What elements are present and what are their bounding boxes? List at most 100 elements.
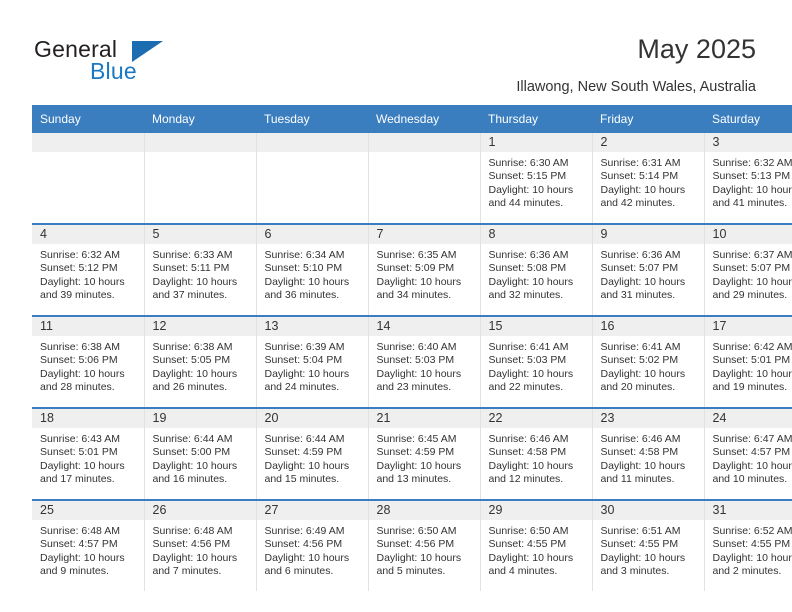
day-sun-info: Sunrise: 6:36 AM Sunset: 5:07 PM Daylight:… (593, 244, 704, 303)
calendar-body: 1 Sunrise: 6:30 AM Sunset: 5:15 PM Daylight… (32, 133, 792, 591)
daylight-text-line1: Daylight: 10 hours (40, 459, 125, 472)
day-cell-inner: 20 Sunrise: 6:44 AM Sunset: 4:59 PM Dayligh… (256, 409, 368, 499)
daylight-text-line2: and 20 minutes. (600, 381, 676, 394)
calendar-day-cell[interactable]: 8 Sunrise: 6:36 AM Sunset: 5:08 PM Daylight… (480, 223, 593, 316)
sunset-text: Sunset: 4:59 PM (376, 446, 455, 459)
daylight-text-line2: and 9 minutes. (40, 565, 109, 578)
daylight-text-line2: and 11 minutes. (600, 473, 675, 486)
calendar-day-cell[interactable]: 13 Sunrise: 6:39 AM Sunset: 5:04 PM Dayligh… (256, 315, 369, 408)
day-cell-inner: 9 Sunrise: 6:36 AM Sunset: 5:07 PM Daylight… (592, 225, 704, 315)
calendar-day-cell[interactable]: 5 Sunrise: 6:33 AM Sunset: 5:11 PM Daylight… (144, 223, 257, 316)
daylight-text-line1: Daylight: 10 hours (376, 275, 462, 288)
sunrise-text: Sunrise: 6:50 AM (488, 525, 569, 537)
brand-logo[interactable]: General Blue (34, 36, 264, 92)
sunset-text: Sunset: 5:04 PM (264, 354, 343, 367)
day-sun-info: Sunrise: 6:38 AM Sunset: 5:06 PM Daylight:… (32, 336, 144, 395)
day-number: 22 (488, 411, 503, 425)
day-sun-info: Sunrise: 6:31 AM Sunset: 5:14 PM Daylight:… (593, 152, 704, 211)
calendar-day-cell[interactable]: 30 Sunrise: 6:51 AM Sunset: 4:55 PM Dayligh… (592, 499, 705, 591)
calendar-day-cell[interactable]: 22 Sunrise: 6:46 AM Sunset: 4:58 PM Dayligh… (480, 407, 593, 500)
sunrise-text: Sunrise: 6:49 AM (264, 525, 345, 537)
calendar-day-cell[interactable]: 21 Sunrise: 6:45 AM Sunset: 4:59 PM Dayligh… (368, 407, 481, 500)
day-cell-inner (32, 133, 144, 223)
calendar-day-cell[interactable]: 27 Sunrise: 6:49 AM Sunset: 4:56 PM Dayligh… (256, 499, 369, 591)
daylight-text-line1: Daylight: 10 hours (488, 275, 574, 288)
daylight-text-line2: and 31 minutes. (600, 289, 676, 302)
calendar-day-cell[interactable]: 15 Sunrise: 6:41 AM Sunset: 5:03 PM Dayligh… (480, 315, 593, 408)
day-cell-inner: 12 Sunrise: 6:38 AM Sunset: 5:05 PM Dayligh… (144, 317, 256, 407)
day-cell-inner: 5 Sunrise: 6:33 AM Sunset: 5:11 PM Daylight… (144, 225, 256, 315)
sunset-text: Sunset: 5:01 PM (712, 354, 791, 367)
day-cell-inner: 19 Sunrise: 6:44 AM Sunset: 5:00 PM Dayligh… (144, 409, 256, 499)
sunset-text: Sunset: 5:03 PM (376, 354, 455, 367)
sunset-text: Sunset: 5:10 PM (264, 262, 343, 275)
calendar-day-cell[interactable]: 25 Sunrise: 6:48 AM Sunset: 4:57 PM Dayligh… (32, 499, 145, 591)
calendar-day-cell[interactable]: 10 Sunrise: 6:37 AM Sunset: 5:07 PM Dayligh… (704, 223, 792, 316)
day-sun-info: Sunrise: 6:33 AM Sunset: 5:11 PM Daylight:… (145, 244, 256, 303)
calendar-day-cell-empty (144, 133, 257, 224)
day-sun-info: Sunrise: 6:41 AM Sunset: 5:02 PM Daylight:… (593, 336, 704, 395)
calendar-day-cell[interactable]: 14 Sunrise: 6:40 AM Sunset: 5:03 PM Dayligh… (368, 315, 481, 408)
day-sun-info (32, 152, 144, 157)
daylight-text-line2: and 17 minutes. (40, 473, 115, 486)
day-number: 17 (712, 319, 727, 333)
calendar-day-cell[interactable]: 20 Sunrise: 6:44 AM Sunset: 4:59 PM Dayligh… (256, 407, 369, 500)
sunset-text: Sunset: 5:11 PM (152, 262, 230, 275)
calendar-day-cell[interactable]: 9 Sunrise: 6:36 AM Sunset: 5:07 PM Daylight… (592, 223, 705, 316)
day-number: 11 (40, 319, 53, 333)
calendar-day-cell[interactable]: 23 Sunrise: 6:46 AM Sunset: 4:58 PM Dayligh… (592, 407, 705, 500)
day-number: 20 (264, 411, 279, 425)
day-cell-inner: 23 Sunrise: 6:46 AM Sunset: 4:58 PM Dayligh… (592, 409, 704, 499)
day-number: 8 (488, 227, 496, 241)
day-cell-inner (368, 133, 480, 223)
sunset-text: Sunset: 4:57 PM (40, 538, 118, 551)
sunset-text: Sunset: 5:08 PM (488, 262, 567, 275)
day-number-band: 13 (256, 317, 368, 336)
calendar-day-cell[interactable]: 11 Sunrise: 6:38 AM Sunset: 5:06 PM Dayligh… (32, 315, 145, 408)
daylight-text-line2: and 28 minutes. (40, 381, 115, 394)
day-number: 4 (40, 227, 47, 241)
daylight-text-line2: and 7 minutes. (152, 565, 222, 578)
calendar-day-cell[interactable]: 31 Sunrise: 6:52 AM Sunset: 4:55 PM Dayligh… (704, 499, 792, 591)
sunrise-text: Sunrise: 6:32 AM (40, 249, 120, 261)
calendar-day-cell[interactable]: 28 Sunrise: 6:50 AM Sunset: 4:56 PM Dayligh… (368, 499, 481, 591)
day-number-band: 11 (32, 317, 144, 336)
sunset-text: Sunset: 4:57 PM (712, 446, 791, 459)
daylight-text-line2: and 19 minutes. (712, 381, 788, 394)
daylight-text-line2: and 39 minutes. (40, 289, 115, 302)
sunrise-text: Sunrise: 6:38 AM (152, 341, 233, 353)
day-number-band: 3 (704, 133, 792, 152)
daylight-text-line2: and 3 minutes. (600, 565, 670, 578)
weekday-header-wednesday: Wednesday (368, 105, 480, 133)
sunrise-text: Sunrise: 6:31 AM (600, 157, 681, 169)
daylight-text-line1: Daylight: 10 hours (488, 551, 574, 564)
calendar-day-cell[interactable]: 26 Sunrise: 6:48 AM Sunset: 4:56 PM Dayligh… (144, 499, 257, 591)
calendar-day-cell[interactable]: 29 Sunrise: 6:50 AM Sunset: 4:55 PM Dayligh… (480, 499, 593, 591)
calendar-day-cell[interactable]: 19 Sunrise: 6:44 AM Sunset: 5:00 PM Dayligh… (144, 407, 257, 500)
calendar-week-row: 25 Sunrise: 6:48 AM Sunset: 4:57 PM Dayligh… (32, 499, 792, 591)
calendar-day-cell[interactable]: 4 Sunrise: 6:32 AM Sunset: 5:12 PM Daylight… (32, 223, 145, 316)
calendar-day-cell[interactable]: 6 Sunrise: 6:34 AM Sunset: 5:10 PM Daylight… (256, 223, 369, 316)
day-number: 15 (488, 319, 503, 333)
calendar-day-cell[interactable]: 3 Sunrise: 6:32 AM Sunset: 5:13 PM Daylight… (704, 133, 792, 224)
day-sun-info: Sunrise: 6:48 AM Sunset: 4:56 PM Daylight:… (145, 520, 256, 579)
calendar-day-cell[interactable]: 18 Sunrise: 6:43 AM Sunset: 5:01 PM Dayligh… (32, 407, 145, 500)
calendar-day-cell[interactable]: 12 Sunrise: 6:38 AM Sunset: 5:05 PM Dayligh… (144, 315, 257, 408)
day-number-band: 8 (480, 225, 592, 244)
day-number-band: 5 (144, 225, 256, 244)
day-sun-info: Sunrise: 6:36 AM Sunset: 5:08 PM Daylight:… (481, 244, 592, 303)
calendar-day-cell[interactable]: 16 Sunrise: 6:41 AM Sunset: 5:02 PM Dayligh… (592, 315, 705, 408)
calendar-day-cell[interactable]: 7 Sunrise: 6:35 AM Sunset: 5:09 PM Daylight… (368, 223, 481, 316)
day-sun-info (145, 152, 256, 157)
calendar-day-cell[interactable]: 1 Sunrise: 6:30 AM Sunset: 5:15 PM Daylight… (480, 133, 593, 224)
calendar-day-cell[interactable]: 2 Sunrise: 6:31 AM Sunset: 5:14 PM Daylight… (592, 133, 705, 224)
day-cell-inner: 31 Sunrise: 6:52 AM Sunset: 4:55 PM Dayligh… (704, 501, 792, 591)
calendar-week-row: 4 Sunrise: 6:32 AM Sunset: 5:12 PM Daylight… (32, 223, 792, 316)
day-number-band (32, 133, 144, 152)
day-number-band: 27 (256, 501, 368, 520)
calendar-day-cell[interactable]: 17 Sunrise: 6:42 AM Sunset: 5:01 PM Dayligh… (704, 315, 792, 408)
sunrise-text: Sunrise: 6:37 AM (712, 249, 792, 261)
calendar-day-cell[interactable]: 24 Sunrise: 6:47 AM Sunset: 4:57 PM Dayligh… (704, 407, 792, 500)
day-cell-inner: 22 Sunrise: 6:46 AM Sunset: 4:58 PM Dayligh… (480, 409, 592, 499)
daylight-text-line1: Daylight: 10 hours (488, 183, 574, 196)
